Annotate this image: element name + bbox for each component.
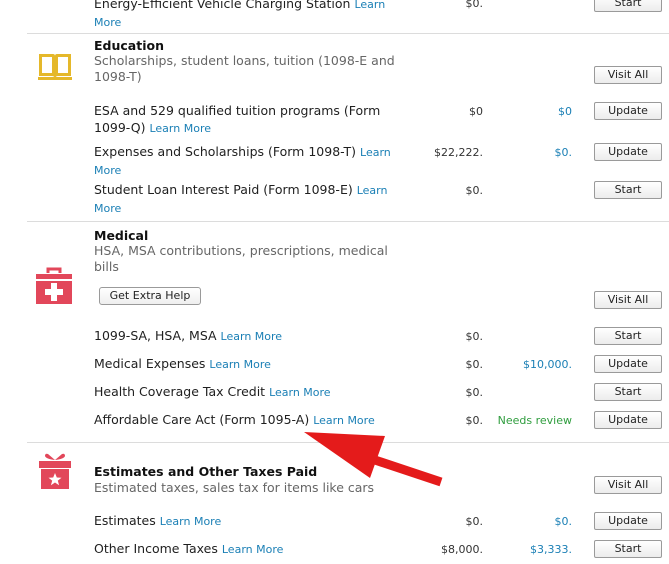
amount-current: $3,333. [530, 543, 572, 556]
list-item-estimates: Estimates Learn More [94, 512, 221, 530]
start-button[interactable]: Start [594, 327, 662, 345]
amount-prior: $8,000. [441, 543, 483, 556]
start-button[interactable]: Start [594, 0, 662, 12]
learn-more-link[interactable]: Learn More [269, 386, 331, 399]
row-label: Medical Expenses [94, 356, 206, 371]
list-item-other-income-taxes: Other Income Taxes Learn More [94, 540, 283, 558]
section-title-medical: Medical [94, 228, 149, 243]
list-item-ev-charging: Energy-Efficient Vehicle Charging Statio… [94, 0, 414, 31]
section-desc-estimates: Estimated taxes, sales tax for items lik… [94, 480, 375, 495]
deductions-credits-page: Energy-Efficient Vehicle Charging Statio… [0, 0, 669, 564]
list-item-1099sa: 1099-SA, HSA, MSA Learn More [94, 327, 282, 345]
list-item-esa-529: ESA and 529 qualified tuition programs (… [94, 102, 414, 137]
start-button[interactable]: Start [594, 540, 662, 558]
row-label: Affordable Care Act (Form 1095-A) [94, 412, 310, 427]
list-item-health-coverage: Health Coverage Tax Credit Learn More [94, 383, 331, 401]
row-label: Other Income Taxes [94, 541, 218, 556]
gift-box-icon [39, 453, 71, 489]
amount-prior: $0 [469, 105, 483, 118]
amount-prior: $0. [465, 0, 484, 10]
learn-more-link[interactable]: Learn More [160, 515, 222, 528]
needs-review-status: Needs review [497, 414, 572, 427]
row-label: Student Loan Interest Paid (Form 1098-E) [94, 182, 353, 197]
row-label: Expenses and Scholarships (Form 1098-T) [94, 144, 357, 159]
list-item-medical-expenses: Medical Expenses Learn More [94, 355, 271, 373]
update-button[interactable]: Update [594, 512, 662, 530]
divider [27, 221, 669, 222]
row-label: Health Coverage Tax Credit [94, 384, 266, 399]
amount-prior: $0. [465, 184, 484, 197]
update-button[interactable]: Update [594, 411, 662, 429]
section-title-estimates: Estimates and Other Taxes Paid [94, 464, 318, 479]
visit-all-button[interactable]: Visit All [594, 476, 662, 494]
list-item-1098e: Student Loan Interest Paid (Form 1098-E)… [94, 181, 414, 217]
start-button[interactable]: Start [594, 383, 662, 401]
visit-all-button[interactable]: Visit All [594, 291, 662, 309]
amount-current: $10,000. [523, 358, 572, 371]
list-item-1098t: Expenses and Scholarships (Form 1098-T) … [94, 143, 414, 179]
row-label: 1099-SA, HSA, MSA [94, 328, 217, 343]
learn-more-link[interactable]: Learn More [221, 330, 283, 343]
section-desc-medical: HSA, MSA contributions, prescriptions, m… [94, 243, 388, 274]
learn-more-link[interactable]: Learn More [149, 122, 211, 135]
medical-kit-icon [36, 267, 72, 304]
book-icon [38, 54, 72, 80]
amount-current: $0. [554, 146, 573, 159]
visit-all-button[interactable]: Visit All [594, 66, 662, 84]
row-label: Estimates [94, 513, 156, 528]
row-label: ESA and 529 qualified tuition programs (… [94, 103, 381, 135]
amount-prior: $0. [465, 358, 484, 371]
update-button[interactable]: Update [594, 102, 662, 120]
amount-prior: $0. [465, 386, 484, 399]
divider [27, 33, 669, 34]
update-button[interactable]: Update [594, 143, 662, 161]
amount-current: $0 [558, 105, 572, 118]
list-item-aca-1095a: Affordable Care Act (Form 1095-A) Learn … [94, 411, 375, 429]
section-title-education: Education [94, 38, 164, 53]
section-desc-education: Scholarships, student loans, tuition (10… [94, 53, 395, 84]
amount-prior: $0. [465, 330, 484, 343]
amount-prior: $22,222. [434, 146, 483, 159]
amount-current: $0. [554, 515, 573, 528]
start-button[interactable]: Start [594, 181, 662, 199]
row-label: Energy-Efficient Vehicle Charging Statio… [94, 0, 351, 11]
divider [27, 442, 669, 443]
learn-more-link[interactable]: Learn More [313, 414, 375, 427]
learn-more-link[interactable]: Learn More [222, 543, 284, 556]
learn-more-link[interactable]: Learn More [209, 358, 271, 371]
get-extra-help-button[interactable]: Get Extra Help [99, 287, 201, 305]
amount-prior: $0. [465, 515, 484, 528]
update-button[interactable]: Update [594, 355, 662, 373]
